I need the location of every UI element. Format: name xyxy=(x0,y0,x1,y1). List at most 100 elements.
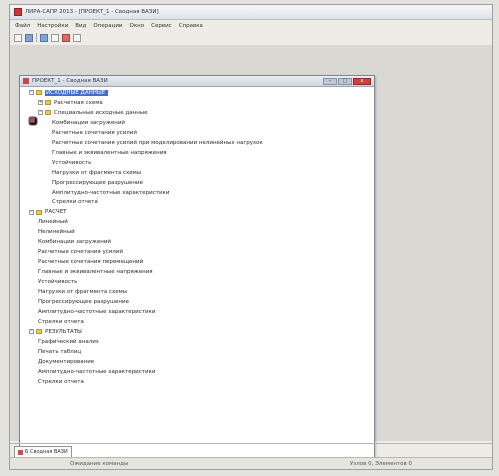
tree-item[interactable]: Нагрузки от фрагмента схемы xyxy=(20,117,374,178)
tree-item[interactable]: Линейный xyxy=(20,117,374,227)
tree-item-label: РАСЧЕТ xyxy=(45,209,67,216)
tree-item[interactable]: Амплитудно-частотные характеристики xyxy=(20,117,374,317)
toolbar-separator xyxy=(36,33,37,42)
tree-item[interactable]: Комбинации загружений xyxy=(20,117,374,247)
document-title-bar[interactable]: ПРОЕКТ_1 - Сводная ВАЗИ – □ x xyxy=(20,76,374,87)
tree-item[interactable]: Стрелки отчета xyxy=(20,117,374,327)
maximize-button[interactable]: □ xyxy=(338,78,352,85)
tree-item[interactable]: Прогрессирующее разрушение xyxy=(20,117,374,188)
tree-item[interactable]: Расчетные сочетания перемещений xyxy=(20,117,374,267)
document-icon xyxy=(29,117,35,123)
tree-item-label: Главные и эквивалентные напряжения xyxy=(38,269,153,276)
menu-help[interactable]: Справка xyxy=(178,23,204,29)
tree-item[interactable]: Расчетные сочетания усилий xyxy=(20,117,374,257)
tab-document[interactable]: Б Сводная ВАЗИ xyxy=(14,446,72,457)
tree-item[interactable]: Расчетные сочетания усилий xyxy=(20,117,374,138)
grid-icon[interactable] xyxy=(73,33,81,42)
tree-item-label: Прогрессирующее разрушение xyxy=(38,298,129,305)
window-buttons: – □ x xyxy=(323,78,371,85)
document-icon xyxy=(23,78,29,84)
document-window: ПРОЕКТ_1 - Сводная ВАЗИ – □ x – ИСХОДНЫЕ … xyxy=(19,75,375,459)
tree-item[interactable]: Комбинации загружений xyxy=(20,117,374,128)
tree-item-label: Линейный xyxy=(38,219,68,226)
document-title: ПРОЕКТ_1 - Сводная ВАЗИ xyxy=(32,78,108,84)
folder-icon xyxy=(45,110,51,116)
tree-item-label: Устойчивость xyxy=(38,279,78,286)
tree-item[interactable]: Устойчивость xyxy=(20,117,374,287)
menu-service[interactable]: Сервис xyxy=(150,23,173,29)
tree-item-label: Нагрузки от фрагмента схемы xyxy=(52,169,142,176)
folder-icon xyxy=(36,329,42,335)
tree-item-label: Расчетная схема xyxy=(54,99,103,106)
tree-item-label: Расчетные сочетания усилий xyxy=(52,129,137,136)
tree-item[interactable]: + Расчетная схема xyxy=(20,98,374,108)
project-tree: – ИСХОДНЫЕ ДАННЫЕ + Расчетная схема – Специал… xyxy=(20,87,374,458)
tree-item[interactable]: Нелинейный xyxy=(20,117,374,237)
folder-icon xyxy=(36,209,42,215)
tree-item-label: Расчетные сочетания усилий при моделиров… xyxy=(52,139,263,146)
menu-settings[interactable]: Настройки xyxy=(36,23,69,29)
document-icon xyxy=(18,449,23,455)
menu-file[interactable]: Файл xyxy=(14,23,31,29)
menu-operations[interactable]: Операции xyxy=(92,23,123,29)
application-window: ЛИРА-САПР 2013 - [ПРОЕКТ_1 - Сводная ВАЗ… xyxy=(9,4,493,470)
tree-item[interactable]: Главные и эквивалентные напряжения xyxy=(20,117,374,158)
tree-item[interactable]: Амплитудно-частотные характеристики xyxy=(20,117,374,198)
tree-item-label: Стрелки отчета xyxy=(38,318,84,325)
folder-icon xyxy=(45,100,51,106)
tree-item-label: РЕЗУЛЬТАТЫ xyxy=(45,328,82,335)
tree-item[interactable]: Прогрессирующее разрушение xyxy=(20,117,374,307)
tree-item[interactable]: Амплитудно-частотные характеристики xyxy=(20,117,374,377)
collapse-icon[interactable]: – xyxy=(29,90,34,96)
tree-item-label: Печать таблиц xyxy=(38,348,82,355)
tree-item[interactable]: Стрелки отчета xyxy=(20,117,374,207)
tree-item[interactable]: – ИСХОДНЫЕ ДАННЫЕ xyxy=(20,88,374,98)
close-button[interactable]: x xyxy=(353,78,371,85)
tree-item[interactable]: Графический анализ xyxy=(20,117,374,347)
app-title-bar[interactable]: ЛИРА-САПР 2013 - [ПРОЕКТ_1 - Сводная ВАЗ… xyxy=(10,5,492,20)
save-icon[interactable] xyxy=(40,33,48,42)
collapse-icon[interactable]: – xyxy=(29,329,34,335)
tree-item[interactable]: – Специальные исходные данные xyxy=(20,108,374,118)
tree-item-label: Прогрессирующее разрушение xyxy=(52,179,143,186)
collapse-icon[interactable]: – xyxy=(29,209,34,215)
folder-icon xyxy=(36,90,42,96)
tree-item[interactable]: Устойчивость xyxy=(20,117,374,168)
tree-item[interactable]: Документирование xyxy=(20,117,374,367)
tree-item-label: Документирование xyxy=(38,358,95,365)
app-logo-icon xyxy=(14,8,22,16)
status-counts: Узлов 0, Элементов 0 xyxy=(349,460,412,467)
status-bar: Ожидание команды Узлов 0, Элементов 0 xyxy=(10,457,492,469)
menu-window[interactable]: Окно xyxy=(129,23,146,29)
document-tabs: Б Сводная ВАЗИ xyxy=(10,443,492,457)
mdi-workspace: ПРОЕКТ_1 - Сводная ВАЗИ – □ x – ИСХОДНЫЕ … xyxy=(10,45,492,459)
collapse-icon[interactable]: – xyxy=(38,110,43,116)
tree-item-label: Специальные исходные данные xyxy=(54,109,148,116)
tree-item[interactable]: Расчетные сочетания усилий при моделиров… xyxy=(20,117,374,148)
tree-item[interactable]: – РАСЧЕТ xyxy=(20,207,374,217)
tree-item-label: Нелинейный xyxy=(38,229,75,236)
minimize-button[interactable]: – xyxy=(323,78,337,85)
print-icon[interactable] xyxy=(51,33,59,42)
menu-bar: Файл Настройки Вид Операции Окно Сервис … xyxy=(10,20,492,31)
tree-item-label: Амплитудно-частотные характеристики xyxy=(38,308,156,315)
tree-item-label: Комбинации загружений xyxy=(38,239,112,246)
toolbar xyxy=(10,31,492,44)
tree-item[interactable]: – РЕЗУЛЬТАТЫ xyxy=(20,327,374,337)
tree-item[interactable]: Главные и эквивалентные напряжения xyxy=(20,117,374,277)
menu-view[interactable]: Вид xyxy=(74,23,87,29)
tree-item-label: Амплитудно-частотные характеристики xyxy=(38,368,156,375)
close-icon[interactable] xyxy=(62,33,70,42)
open-icon[interactable] xyxy=(25,33,33,42)
tree-item-label: ИСХОДНЫЕ ДАННЫЕ xyxy=(45,89,109,96)
tree-item-label: Нагрузки от фрагмента схемы xyxy=(38,289,128,296)
expand-icon[interactable]: + xyxy=(38,100,43,106)
tree-item-label: Стрелки отчета xyxy=(52,199,98,206)
tree-item-label: Амплитудно-частотные характеристики xyxy=(52,189,170,196)
tree-item[interactable]: Стрелки отчета xyxy=(20,117,374,387)
tree-item-label: Расчетные сочетания перемещений xyxy=(38,259,144,266)
tree-item[interactable]: Нагрузки от фрагмента схемы xyxy=(20,117,374,297)
new-file-icon[interactable] xyxy=(14,33,22,42)
tab-label: Б Сводная ВАЗИ xyxy=(25,449,68,455)
tree-item[interactable]: Печать таблиц xyxy=(20,117,374,357)
